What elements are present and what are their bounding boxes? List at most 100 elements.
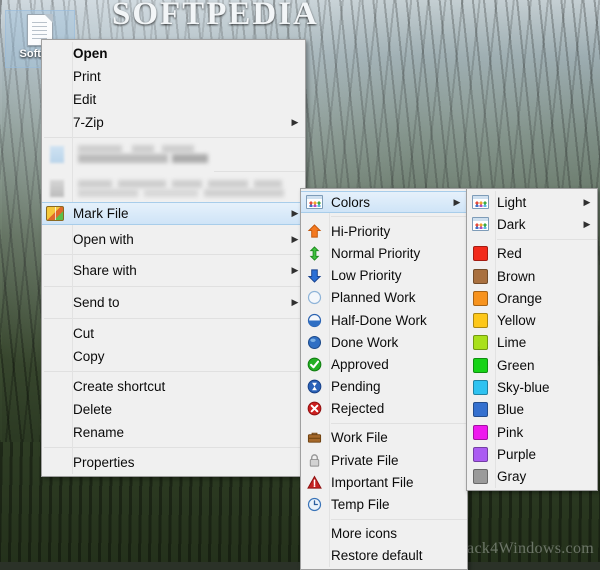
warning-triangle-icon: [301, 475, 327, 490]
mark-file-submenu[interactable]: Colors ▶ Hi-Priority Normal Priority Low…: [300, 188, 468, 570]
submenu-arrow-icon: ▶: [583, 218, 591, 229]
colors-item-green[interactable]: Green: [467, 354, 597, 376]
menu-separator-partial: [214, 171, 305, 172]
menu-item-label: Copy: [73, 349, 105, 364]
submenu-item-pending[interactable]: Pending: [301, 376, 467, 398]
colors-item-blue[interactable]: Blue: [467, 399, 597, 421]
menu-item-blurred-2[interactable]: [42, 175, 305, 202]
menu-separator: [331, 518, 467, 520]
menu-item-properties[interactable]: Properties: [42, 451, 305, 474]
submenu-item-planned-work[interactable]: Planned Work: [301, 287, 467, 309]
colors-submenu[interactable]: Light ▶ Dark ▶ Red Brown Orange Yellow L…: [466, 188, 598, 491]
submenu-item-restore-default[interactable]: Restore default: [301, 545, 467, 567]
submenu-arrow-icon: ▶: [453, 196, 461, 207]
colors-item-label: Purple: [497, 446, 537, 462]
colors-item-label: Pink: [497, 424, 524, 440]
submenu-item-label: Pending: [331, 379, 381, 395]
colors-item-purple[interactable]: Purple: [467, 443, 597, 465]
submenu-item-important-file[interactable]: Important File: [301, 471, 467, 493]
hourglass-icon: [301, 379, 327, 394]
menu-item-label: Create shortcut: [73, 379, 166, 394]
colors-item-pink[interactable]: Pink: [467, 421, 597, 443]
submenu-item-done-work[interactable]: Done Work: [301, 331, 467, 353]
colors-item-label: Light: [497, 194, 527, 210]
colors-item-yellow[interactable]: Yellow: [467, 309, 597, 331]
up-down-arrow-green-icon: [301, 246, 327, 261]
menu-item-print[interactable]: Print: [42, 65, 305, 88]
colors-item-label: Orange: [497, 290, 543, 306]
submenu-item-private-file[interactable]: Private File: [301, 449, 467, 471]
menu-item-share-with[interactable]: Share with ▶: [42, 258, 305, 283]
menu-item-open-with[interactable]: Open with ▶: [42, 228, 305, 251]
submenu-item-colors[interactable]: Colors ▶: [301, 191, 467, 214]
menu-item-open[interactable]: Open: [42, 42, 305, 65]
blurred-label: [74, 179, 305, 199]
colors-item-label: Yellow: [497, 313, 536, 329]
color-swatch-icon: [467, 424, 493, 440]
menu-item-edit[interactable]: Edit: [42, 88, 305, 111]
menu-item-mark-file[interactable]: Mark File ▶: [42, 202, 305, 225]
color-grid-icon: [301, 195, 327, 210]
menu-item-label: Delete: [73, 402, 113, 417]
color-swatch-icon: [467, 357, 493, 373]
submenu-item-hi-priority[interactable]: Hi-Priority: [301, 220, 467, 242]
menu-item-copy[interactable]: Copy: [42, 345, 305, 368]
blurred-icon: [50, 180, 64, 197]
menu-item-delete[interactable]: Delete: [42, 398, 305, 421]
submenu-item-normal-priority[interactable]: Normal Priority: [301, 242, 467, 264]
mark-file-icon: [42, 206, 68, 221]
menu-item-label: Open: [73, 46, 108, 61]
colors-item-gray[interactable]: Gray: [467, 466, 597, 488]
submenu-item-label: Done Work: [331, 334, 399, 350]
submenu-item-label: Rejected: [331, 401, 385, 417]
menu-item-label: Share with: [73, 263, 137, 278]
submenu-item-temp-file[interactable]: Temp File: [301, 493, 467, 515]
submenu-item-label: Restore default: [331, 548, 423, 564]
submenu-item-more-icons[interactable]: More icons: [301, 523, 467, 545]
menu-separator: [331, 422, 467, 424]
submenu-item-approved[interactable]: Approved: [301, 353, 467, 375]
menu-item-blurred-1[interactable]: [42, 141, 305, 168]
colors-item-brown[interactable]: Brown: [467, 265, 597, 287]
menu-item-rename[interactable]: Rename: [42, 421, 305, 444]
submenu-item-label: Normal Priority: [331, 245, 421, 261]
red-x-icon: [301, 401, 327, 416]
submenu-item-half-done-work[interactable]: Half-Done Work: [301, 309, 467, 331]
menu-item-7zip[interactable]: 7-Zip ▶: [42, 111, 305, 134]
colors-item-light[interactable]: Light ▶: [467, 191, 597, 213]
color-swatch-icon: [467, 446, 493, 462]
menu-item-label: Edit: [73, 92, 97, 107]
blurred-label: [74, 144, 305, 165]
colors-item-lime[interactable]: Lime: [467, 332, 597, 354]
menu-separator: [44, 371, 305, 372]
submenu-item-label: Temp File: [331, 497, 390, 513]
color-swatch-icon: [467, 335, 493, 351]
clock-icon: [301, 497, 327, 512]
lock-icon: [301, 453, 327, 468]
color-swatch-icon: [467, 290, 493, 306]
green-check-icon: [301, 357, 327, 372]
menu-item-label: Rename: [73, 425, 125, 440]
colors-item-label: Dark: [497, 216, 526, 232]
down-arrow-blue-icon: [301, 268, 327, 283]
submenu-item-work-file[interactable]: Work File: [301, 427, 467, 449]
colors-item-label: Red: [497, 246, 522, 262]
submenu-item-label: Important File: [331, 474, 414, 490]
menu-separator: [44, 137, 305, 138]
colors-item-orange[interactable]: Orange: [467, 287, 597, 309]
color-grid-icon: [467, 195, 493, 210]
file-context-menu[interactable]: Open Print Edit 7-Zip ▶ Mark File ▶ Open…: [41, 39, 306, 477]
menu-item-send-to[interactable]: Send to ▶: [42, 290, 305, 315]
colors-item-red[interactable]: Red: [467, 243, 597, 265]
menu-item-cut[interactable]: Cut: [42, 322, 305, 345]
colors-item-dark[interactable]: Dark ▶: [467, 213, 597, 235]
menu-item-create-shortcut[interactable]: Create shortcut: [42, 375, 305, 398]
empty-circle-icon: [301, 290, 327, 305]
color-swatch-icon: [467, 380, 493, 396]
color-swatch-icon: [467, 469, 493, 485]
menu-item-label: Properties: [73, 455, 135, 470]
submenu-item-low-priority[interactable]: Low Priority: [301, 265, 467, 287]
colors-item-sky-blue[interactable]: Sky-blue: [467, 376, 597, 398]
submenu-item-rejected[interactable]: Rejected: [301, 398, 467, 420]
submenu-arrow-icon: ▶: [291, 117, 299, 127]
